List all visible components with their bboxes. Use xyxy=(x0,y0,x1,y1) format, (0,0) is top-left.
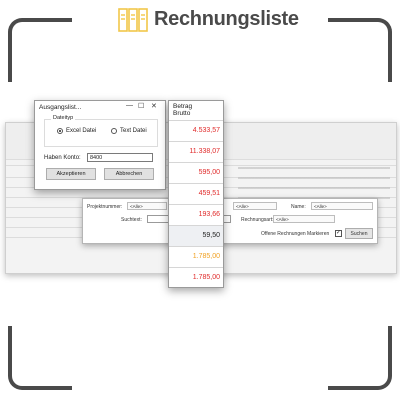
konto-input[interactable]: 8400 xyxy=(87,153,153,162)
amount-cell[interactable]: 11.338,07 xyxy=(169,141,223,162)
amount-cell[interactable]: 4.533,57 xyxy=(169,120,223,141)
projekt-label: Projektnummer: xyxy=(87,204,123,210)
close-icon[interactable]: ✕ xyxy=(151,102,157,110)
minimize-icon[interactable]: — xyxy=(126,102,133,109)
dialog-title: Ausgangslist... xyxy=(39,104,82,111)
amount-header-line2: Brutto xyxy=(173,110,191,117)
name-label: Name: xyxy=(291,204,306,210)
filter-select-2[interactable]: <Alle> xyxy=(233,202,277,210)
radio-text-label: Text Datei xyxy=(120,128,147,134)
amount-header-line1: Betrag xyxy=(173,103,193,110)
cancel-button[interactable]: Abbrechen xyxy=(104,168,154,180)
offene-label: Offene Rechnungen Markieren xyxy=(261,231,330,237)
filter-panel: Projektnummer: <Alle> <Alle> Name: <Alle… xyxy=(82,198,378,244)
frame-corner-bottom-right xyxy=(328,326,392,390)
file-type-group: Dateityp Excel Datei Text Datei xyxy=(44,115,158,147)
amount-cell[interactable]: 59,50 xyxy=(169,225,223,246)
radio-excel-label: Excel Datei xyxy=(66,128,97,134)
frame-corner-top-right xyxy=(328,18,392,82)
radio-unselected-icon xyxy=(111,128,117,134)
konto-label: Haben Konto: xyxy=(44,155,81,161)
page-title: Rechnungsliste xyxy=(154,8,299,30)
amount-column: Betrag Brutto 4.533,57 11.338,07 595,00 459… xyxy=(168,100,224,288)
amount-cell[interactable]: 595,00 xyxy=(169,162,223,183)
suchtext-label: Suchtext: xyxy=(121,217,142,223)
maximize-icon[interactable]: ☐ xyxy=(138,102,144,110)
suchen-button[interactable]: Suchen xyxy=(345,228,373,239)
frame-corner-bottom-left xyxy=(8,326,72,390)
invoice-list-icon xyxy=(118,8,148,32)
amount-cell[interactable]: 193,66 xyxy=(169,204,223,225)
amount-cell[interactable]: 1.785,00 xyxy=(169,246,223,267)
rechnungsart-select[interactable]: <Alle> xyxy=(273,215,335,223)
radio-selected-icon xyxy=(57,128,63,134)
radio-excel[interactable]: Excel Datei xyxy=(57,128,96,134)
rechnungsart-label: Rechnungsart: xyxy=(241,217,274,223)
accept-button[interactable]: Akzeptieren xyxy=(46,168,96,180)
file-type-label: Dateityp xyxy=(51,115,76,121)
amount-cell[interactable]: 459,51 xyxy=(169,183,223,204)
export-dialog: Ausgangslist... — ☐ ✕ Dateityp Excel Dat… xyxy=(34,100,166,190)
offene-checkbox[interactable]: ✓ xyxy=(335,230,342,237)
name-select[interactable]: <Alle> xyxy=(311,202,373,210)
amount-column-header: Betrag Brutto xyxy=(173,103,192,117)
frame-corner-top-left xyxy=(8,18,72,82)
amount-cell[interactable]: 1.785,00 xyxy=(169,267,223,288)
radio-text[interactable]: Text Datei xyxy=(111,128,147,134)
projekt-select[interactable]: <Alle> xyxy=(127,202,167,210)
